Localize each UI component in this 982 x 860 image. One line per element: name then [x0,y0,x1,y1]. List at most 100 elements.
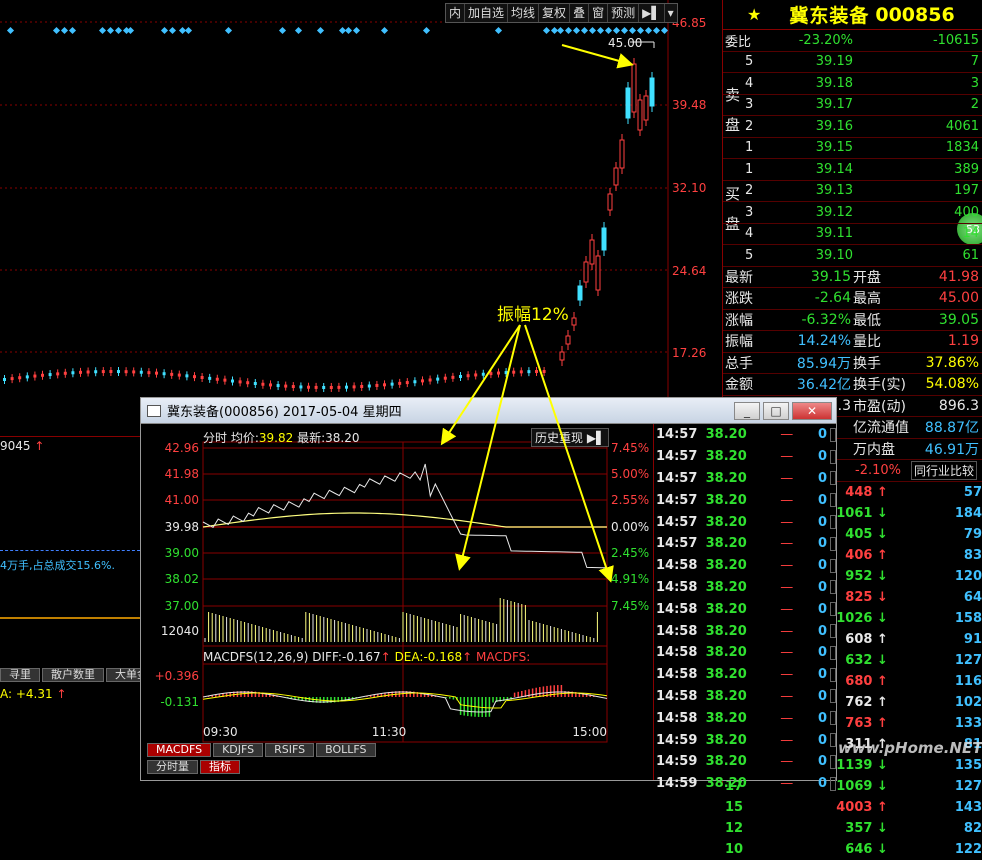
kline-chart[interactable]: 46.85 39.48 32.10 24.64 17.26 45.00 振幅12… [0,0,722,435]
pct-tick: 7.45% [611,441,649,455]
toolbar-forecast-button[interactable]: 预测 [608,4,640,22]
toolbar-adjust-button[interactable]: 复权 [539,4,571,22]
weibi-row: 委比 -23.20% -10615 [723,30,982,52]
stat-label: 万内盘 [853,441,895,458]
toolbar-dropdown-icon[interactable]: ▾ [665,4,677,22]
popup-titlebar[interactable]: 冀东装备(000856) 2017-05-04 星期四 _ □ ✕ [141,398,836,424]
tick-dir: — [780,579,794,595]
orderbook-row[interactable]: 3 39.12 400 [723,202,982,224]
tab-retail-count[interactable]: 散户数里 [42,668,104,682]
signal-diamond [652,26,661,35]
tick-dir: — [780,710,794,726]
tick-time: 14:58 [656,710,698,726]
history-replay-button[interactable]: 历史重现 ▶▌ [531,428,610,447]
tab-rsifs[interactable]: RSIFS [265,743,315,757]
stat-row: 总手 85.94万 换手 37.86% [723,353,982,374]
flow-count: 83 [963,548,982,563]
tick-dir: — [780,558,794,574]
level-volume: 61 [962,247,979,263]
toolbar-add-watchlist-button[interactable]: 加自选 [465,4,509,22]
tick-price: 38.20 [705,710,747,726]
tick-row: 14:58 38.20 — 0 [654,620,836,642]
indicator-tabs: MACDFS KDJFS RSIFS BOLLFS [147,743,378,757]
signal-diamond [352,26,361,35]
pct-tick: 2.55% [611,493,649,507]
pct-tick: 5.00% [611,467,649,481]
intraday-popup-window[interactable]: 冀东装备(000856) 2017-05-04 星期四 _ □ ✕ 42.96 7… [140,397,837,791]
tick-price: 38.20 [705,601,747,617]
intraday-chart-area[interactable]: 42.96 7.45% 41.98 5.00% 41.00 2.55% 39.98 0.00%… [141,424,653,780]
star-icon[interactable]: ★ [747,5,761,24]
level-price: 39.14 [815,161,853,177]
flow-count: 143 [954,800,982,815]
weibi-label: 委比 [725,34,752,50]
tick-time: 14:57 [656,536,698,552]
price-tick: 42.96 [165,441,199,455]
maximize-button[interactable]: □ [763,401,789,420]
volume-baseline [0,543,140,551]
peak-price-label: 45.00 [608,36,643,50]
tick-volume: 0 [817,492,828,508]
level-volume: 2 [970,97,979,113]
popup-title: 冀东装备(000856) 2017-05-04 星期四 [167,405,402,420]
orderbook-row[interactable]: 5 39.10 61 [723,245,982,267]
tick-time: 14:58 [656,645,698,661]
tick-row: 14:59 38.20 — 0 [654,729,836,751]
scroll-track [830,471,836,486]
candle [577,285,583,301]
stat-value: 14.24% [797,333,851,350]
signal-diamond [542,26,551,35]
tick-row: 14:57 38.20 — 0 [654,424,836,446]
tab-indicator[interactable]: 指标 [200,760,240,774]
tab-volume[interactable]: 分时量 [147,760,198,774]
orderbook-row[interactable]: 1 39.15 1834 [723,138,982,159]
toolbar-ma-button[interactable]: 均线 [508,4,540,22]
stat-value: 41.98 [938,268,979,285]
tick-row: 14:58 38.20 — 0 [654,642,836,664]
close-button[interactable]: ✕ [792,401,832,420]
tab-macdfs[interactable]: MACDFS [147,743,212,757]
tick-price: 38.20 [705,514,747,530]
toolbar-window-button[interactable]: 窗 [589,4,609,22]
orderbook-row[interactable]: 4 39.11 14 [723,224,982,245]
tick-row: 14:58 38.20 — 0 [654,664,836,686]
industry-compare-button[interactable]: 同行业比较 [911,461,978,480]
buy-orderbook: 买盘 53 1 39.14 389 2 39.13 197 3 39.12 400 4 39.11 1… [723,159,982,267]
scroll-track [830,667,836,682]
signal-diamond [572,26,581,35]
tick-price: 38.20 [705,427,747,443]
tab-bollfs[interactable]: BOLLFS [316,743,376,757]
orderbook-row[interactable]: 1 39.14 389 [723,159,982,181]
toolbar-play-icon[interactable]: ▶▌ [639,4,665,22]
level-price: 39.15 [815,140,853,156]
signal-diamond [106,26,115,35]
orderbook-row[interactable]: 2 39.16 4061 [723,116,982,138]
pct-tick: 2.45% [611,546,649,560]
tab-kdjfs[interactable]: KDJFS [213,743,264,757]
orderbook-row[interactable]: 5 39.19 7 [723,52,982,73]
tick-dir: — [780,645,794,661]
indicator-value: A: +4.31 ↑ [0,687,67,701]
scroll-track [830,645,836,660]
macd-legend: MACDFS(12,26,9) DIFF:-0.167↑ DEA:-0.168↑… [203,650,531,664]
signal-diamond [60,26,69,35]
tab-retail-count[interactable]: 寻里 [0,668,40,682]
tick-price: 38.20 [705,492,747,508]
tick-time: 14:58 [656,667,698,683]
candle [565,335,571,345]
signal-diamond [68,26,77,35]
orderbook-row[interactable]: 4 39.18 3 [723,73,982,95]
toolbar-overlay-button[interactable]: 叠 [570,4,590,22]
stat-label: 总手 [725,355,753,372]
tick-volume: 0 [817,667,828,683]
price-tick: 39.00 [165,546,199,560]
candle [637,99,643,131]
signal-diamond [660,26,669,35]
orderbook-row[interactable]: 3 39.17 2 [723,95,982,116]
minimize-button[interactable]: _ [734,401,760,420]
stat-value: 1.19 [947,333,979,350]
orderbook-row[interactable]: 2 39.13 197 [723,181,982,202]
price-line [202,463,608,569]
toolbar-inner-button[interactable]: 内 [446,4,466,22]
tick-list[interactable]: 14:57 38.20—0 14:57 38.20—0 14:57 38.20—0 14:5… [653,424,836,791]
